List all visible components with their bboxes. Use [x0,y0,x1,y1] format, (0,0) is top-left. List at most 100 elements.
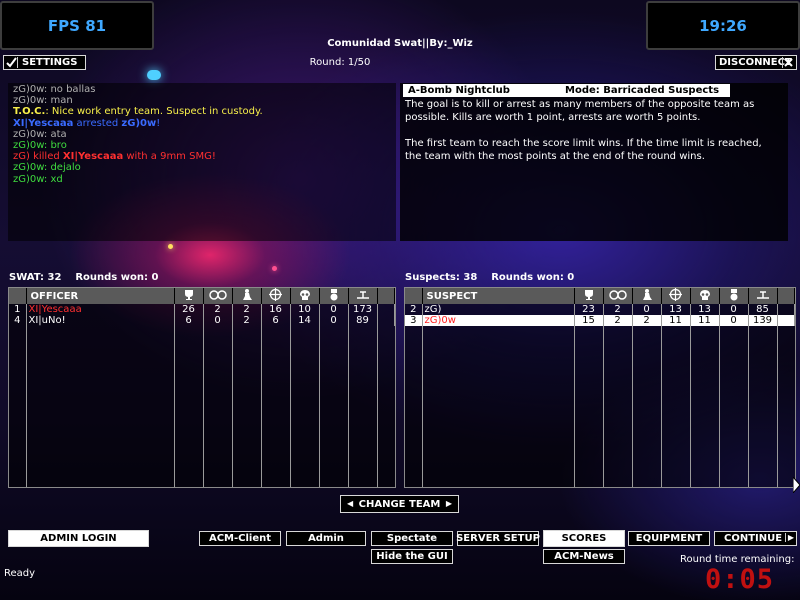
chat-segment: zG)0w [13,173,44,185]
chat-segment: : Nice work entry team. Suspect in custo… [45,106,263,118]
arrest-icon[interactable] [203,288,233,304]
stat-cell: 26 [174,304,204,315]
stat-cell: 13 [661,304,691,315]
stat-cell: 2 [203,304,233,315]
skull-icon[interactable] [290,288,320,304]
chat-segment: zG)0w [13,162,44,174]
game-mode: Mode: Barricaded Suspects [565,85,720,96]
suspects-col-number[interactable] [405,288,423,304]
suspects-table: SUSPECT 2 zG) 23 2 0 13 13 0 85 3 zG)0w 15 2 2 11 11 0 13… [405,288,795,326]
chat-line: zG)0w: bro [13,140,395,151]
chat-segment: zG)0w [13,95,44,107]
chat-segment: : no ballas [43,84,96,95]
stat-cell: 2 [632,315,662,326]
clock-display: 19:26 [646,1,800,50]
chat-line: XI|Yescaaa arrested zG)0w! [13,118,395,129]
row-filler [777,304,795,315]
disconnect-label: DISCONNECT [719,57,792,68]
cuffed-icon[interactable] [232,288,262,304]
player-name: XI|Yescaaa [26,304,175,315]
table-row[interactable]: 4 XI|uNo! 6 0 2 6 14 0 89 [9,315,395,326]
stat-cell: 0 [319,315,349,326]
round-counter: Round: 1/50 [309,57,371,68]
change-team-button[interactable]: ◀ CHANGE TEAM ▶ [340,495,459,513]
chat-segment: killed [29,151,63,163]
stat-cell: 11 [661,315,691,326]
stat-cell: 16 [261,304,291,315]
swat-col-officer[interactable]: OFFICER [26,288,175,304]
table-row[interactable]: 2 zG) 23 2 0 13 13 0 85 [405,304,795,315]
table-row[interactable]: 1 XI|Yescaaa 26 2 2 16 10 0 173 [9,304,395,315]
arrest-icon[interactable] [603,288,633,304]
chat-segment: T.O.C. [13,106,46,118]
arrow-right-icon: ▶ [445,499,452,508]
info-paragraph-2: The first team to reach the score limit … [405,138,762,162]
stat-cell: 15 [574,315,604,326]
swat-col-number[interactable] [9,288,27,304]
player-name: zG)0w [422,315,575,326]
stat-cell: 2 [232,315,262,326]
ping-icon[interactable] [748,288,778,304]
chat-segment: with a 9mm SMG! [123,151,216,163]
swat-team-header: SWAT: 32 Rounds won: 0 [9,272,159,283]
settings-label: SETTINGS [22,57,78,68]
chat-segment: arrested [73,117,122,129]
stat-cell: 14 [290,315,320,326]
stat-cell: 13 [690,304,720,315]
chat-line: zG)0w: xd [13,174,395,185]
ping-icon[interactable] [348,288,378,304]
background-light-yellow [168,244,173,249]
disconnect-button[interactable]: DISCONNECT [715,55,797,70]
acm-client-button[interactable]: ACM-Client [199,531,281,546]
chat-segment: : dejalo [43,162,81,174]
acm-news-button[interactable]: ACM-News [543,549,625,564]
stat-cell: 6 [261,315,291,326]
chat-segment: XI|Yescaaa [13,117,74,129]
stat-cell: 139 [748,315,778,326]
spectate-button[interactable]: Spectate [371,531,453,546]
skull-icon[interactable] [690,288,720,304]
settings-button[interactable]: SETTINGS [3,55,86,70]
trophy-icon[interactable] [574,288,604,304]
chat-log: zG)0w: no ballas zG)0w: man T.O.C.: Nice w… [13,84,395,185]
continue-button[interactable]: CONTINUE ▶ [714,531,797,546]
cuffed-icon[interactable] [632,288,662,304]
admin-button[interactable]: Admin [286,531,366,546]
row-filler [377,304,395,315]
player-number: 1 [9,304,27,315]
game-info-panel: A-Bomb Nightclub Mode: Barricaded Suspec… [400,83,788,241]
stat-cell: 173 [348,304,378,315]
round-time-value: 0:05 [705,564,775,595]
background-light-pink [272,266,277,271]
table-row[interactable]: 3 zG)0w 15 2 2 11 11 0 139 [405,315,795,326]
medal-icon[interactable] [719,288,749,304]
chat-segment: : xd [43,173,63,185]
background-light-cyan [147,70,161,80]
chat-segment: zG)0w [13,128,44,140]
header-filler [777,288,795,304]
suspects-col-suspect[interactable]: SUSPECT [422,288,575,304]
trophy-icon[interactable] [174,288,204,304]
chat-segment: zG) [13,151,30,163]
arrow-right-icon: ▶ [784,533,794,542]
stat-cell: 0 [319,304,349,315]
close-icon [782,57,794,68]
scores-button[interactable]: SCORES [543,530,625,547]
continue-label: CONTINUE [724,533,783,544]
info-header: A-Bomb Nightclub Mode: Barricaded Suspec… [403,84,730,97]
info-paragraph-1: The goal is to kill or arrest as many me… [405,99,755,123]
row-filler [777,315,795,326]
stat-cell: 2 [603,304,633,315]
crosshair-icon[interactable] [261,288,291,304]
hide-gui-button[interactable]: Hide the GUI [371,549,453,564]
server-setup-button[interactable]: SERVER SETUP [456,531,540,546]
admin-login-button[interactable]: ADMIN LOGIN [8,530,149,547]
fps-display: FPS 81 [0,1,154,50]
stat-cell: 6 [174,315,204,326]
medal-icon[interactable] [319,288,349,304]
crosshair-icon[interactable] [661,288,691,304]
equipment-button[interactable]: EQUIPMENT [628,531,710,546]
checkmark-icon [6,57,18,68]
chat-segment: zG)0w [121,117,157,129]
chat-segment: zG)0w [13,84,44,95]
